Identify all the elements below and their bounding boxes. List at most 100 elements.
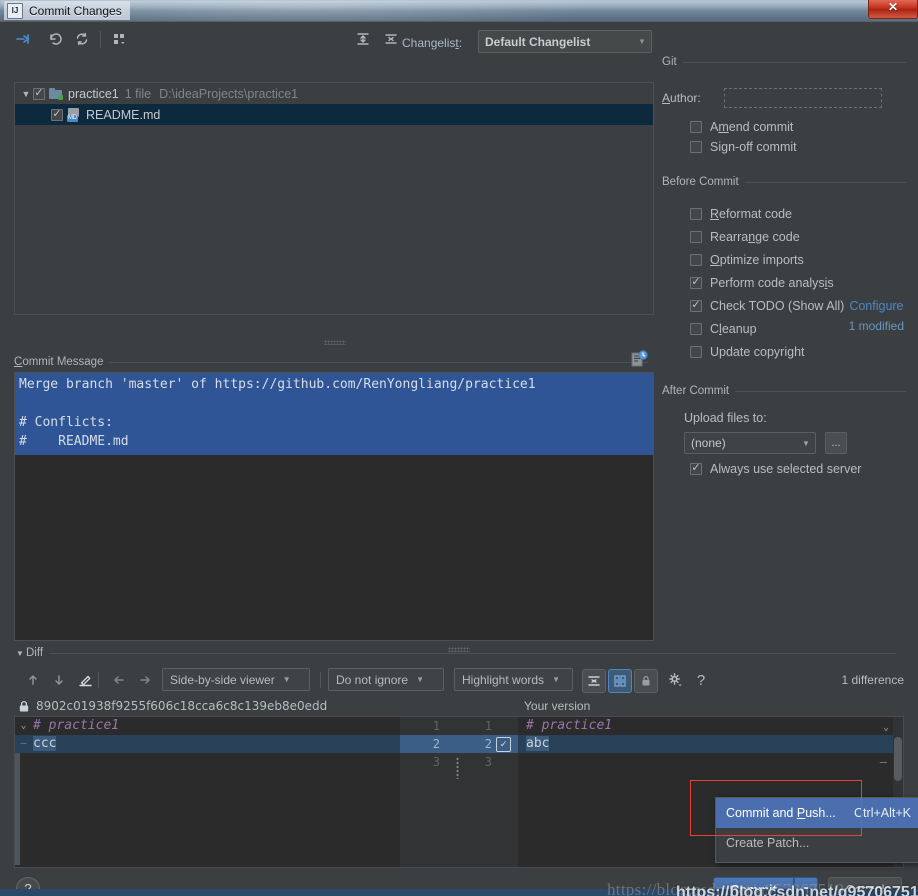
titlebar-tab: Commit Changes [4,1,130,20]
always-use-server-row[interactable]: Always use selected server [662,461,906,476]
apply-left-icon[interactable] [108,669,130,691]
update-copyright-row[interactable]: Update copyright [662,340,906,363]
diff-left-pane[interactable]: ⌄ # practice1 – ccc [15,717,400,867]
left-code-text-1: # practice1 [33,718,120,733]
left-code-row-1: ⌄ # practice1 [15,717,400,735]
author-label: Author: [662,91,701,105]
configure-link[interactable]: Configure [849,299,903,313]
root-checkbox[interactable] [33,86,45,100]
signoff-commit-row[interactable]: Sign-off commit [662,140,906,154]
show-diff-markers-icon[interactable] [608,669,632,693]
amend-commit-checkbox[interactable] [690,121,702,133]
upload-files-label: Upload files to: [684,411,767,425]
check-todo-row[interactable]: Check TODO (Show All) Configure [662,294,906,317]
revert-icon[interactable] [44,28,66,50]
close-icon[interactable] [868,0,918,19]
viewer-mode-dropdown[interactable]: Side-by-side viewer ▼ [162,668,310,691]
author-field[interactable] [724,88,882,108]
browse-servers-button[interactable]: ... [825,432,847,454]
help-question-icon[interactable]: ? [690,669,712,691]
refresh-icon[interactable] [71,28,93,50]
chevron-down-icon: ▼ [416,675,424,684]
watermark-bold: https://blog.csdn.net/q957067519 [676,884,918,896]
update-copyright-checkbox[interactable] [690,345,702,358]
file-checkbox[interactable] [51,107,63,121]
header-rule [49,652,896,654]
whitespace-mode-dropdown[interactable]: Do not ignore ▼ [328,668,444,691]
right-code-text-1: # practice1 [526,718,613,733]
right-line-number-1: 1 [484,719,492,733]
check-todo-checkbox[interactable] [690,298,702,312]
toolbar-separator [100,31,101,48]
tree-row-root[interactable]: ▼ practice1 1 file D:\ideaProjects\pract… [15,83,653,104]
gutter-row-3: 3 3 [400,753,518,771]
collapse-unchanged-icon[interactable] [582,669,606,693]
right-line-number-2: 2 [484,737,492,751]
upload-target-dropdown[interactable]: (none) ▼ [684,432,816,454]
git-section-header: Git [662,56,906,68]
viewer-mode-value: Side-by-side viewer [170,672,275,687]
optimize-imports-row[interactable]: Optimize imports [662,248,906,271]
edit-source-icon[interactable] [74,669,96,691]
always-use-server-checkbox[interactable] [690,461,702,475]
signoff-commit-checkbox[interactable] [690,141,702,153]
group-by-icon[interactable] [108,28,130,50]
highlight-mode-dropdown[interactable]: Highlight words ▼ [454,668,573,691]
before-commit-section-header: Before Commit [662,176,906,188]
whitespace-mode-value: Do not ignore [336,672,409,687]
reformat-code-label: Reformat code [710,206,792,221]
toolbar-separator [320,672,321,688]
collapse-all-icon[interactable] [380,28,402,50]
next-difference-icon[interactable] [48,669,70,691]
file-name: README.md [86,107,161,122]
tree-row-file[interactable]: README.md [15,104,653,125]
fold-chevron-icon[interactable]: ⌄ [17,717,30,735]
highlight-mode-value: Highlight words [462,672,545,687]
right-changed-token: abc [526,736,550,751]
chevron-down-icon[interactable]: ▼ [19,89,33,99]
reformat-code-checkbox[interactable] [690,207,702,220]
perform-code-analysis-row[interactable]: Perform code analysis [662,271,906,294]
expand-all-icon[interactable] [352,28,374,50]
perform-code-analysis-checkbox[interactable] [690,275,702,289]
splitter-grip-top[interactable] [324,340,346,345]
lock-icon [18,700,30,713]
accept-change-icon[interactable]: ✓ [496,737,511,752]
previous-difference-icon[interactable] [22,669,44,691]
cleanup-row[interactable]: Cleanup [662,317,906,340]
reformat-code-row[interactable]: Reformat code [662,202,906,225]
diff-settings-gear-icon[interactable] [664,669,686,691]
window-title: Commit Changes [29,3,122,18]
show-diff-icon[interactable] [12,28,34,50]
author-row: Author: [662,88,906,108]
commit-options-panel: Git Author: Amend commit Sign-off commit… [662,56,906,476]
amend-commit-label: Amend commit [710,120,794,134]
read-only-lock-icon[interactable] [634,669,658,693]
root-name: practice1 [68,86,119,101]
commit-message-history-icon[interactable] [630,350,648,368]
rearrange-code-checkbox[interactable] [690,230,702,243]
splitter-grip-diff[interactable] [448,647,470,652]
window-controls[interactable] [868,0,918,21]
diff-line-number-gutter: 1 1 2 2 ✓ 3 3 [400,717,518,867]
right-code-row-3 [518,753,903,771]
optimize-imports-label: Optimize imports [710,252,804,267]
left-revision-hash: 8902c01938f9255f606c18cca6c8c139eb8e0edd [36,699,328,713]
section-rule [735,390,906,392]
cleanup-checkbox[interactable] [690,322,702,335]
after-commit-section-label: After Commit [662,385,730,397]
chevron-down-icon[interactable]: ▼ [14,649,26,658]
diff-scrollbar-thumb[interactable] [894,737,902,781]
rearrange-code-row[interactable]: Rearrange code [662,225,906,248]
chevron-down-icon: ▼ [638,37,646,46]
commit-message-header: Commit Message [14,350,654,369]
optimize-imports-checkbox[interactable] [690,253,702,266]
section-rule [682,61,906,63]
changed-files-tree[interactable]: ▼ practice1 1 file D:\ideaProjects\pract… [14,82,654,315]
changelist-dropdown[interactable]: Default Changelist ▼ [478,30,652,53]
apply-right-icon[interactable] [134,669,156,691]
commit-message-textarea[interactable]: Merge branch 'master' of https://github.… [14,372,654,641]
amend-commit-row[interactable]: Amend commit [662,120,906,134]
annotation-highlight-box [690,780,862,836]
before-commit-section-label: Before Commit [662,176,739,188]
